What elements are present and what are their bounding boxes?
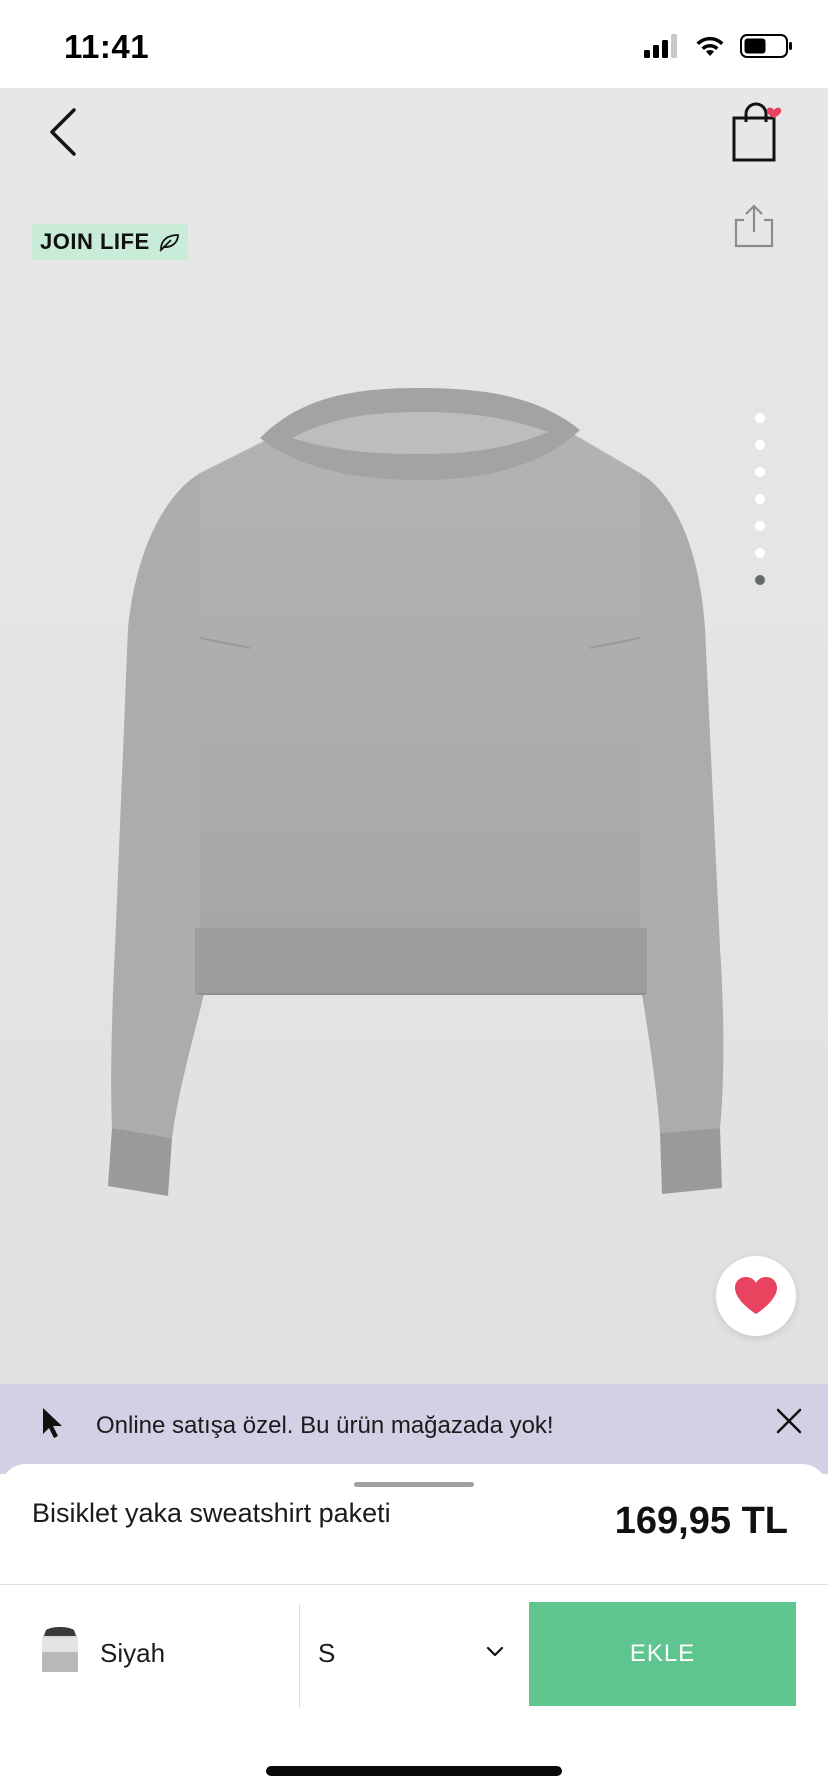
join-life-badge: JOIN LIFE: [32, 224, 188, 260]
product-image-gallery[interactable]: JOIN LIFE: [0, 88, 828, 1384]
chevron-down-icon: [486, 1646, 504, 1657]
color-selector[interactable]: Siyah: [0, 1602, 298, 1706]
cart-button[interactable]: [726, 98, 786, 164]
status-time: 11:41: [64, 28, 150, 65]
share-icon: [734, 204, 774, 248]
share-button[interactable]: [730, 202, 778, 250]
cart-badge-heart-icon: [766, 107, 782, 118]
battery-icon: [740, 34, 792, 58]
pagination-dot[interactable]: [755, 548, 765, 558]
pagination-dot-active[interactable]: [755, 575, 765, 585]
cursor-icon: [43, 1408, 62, 1438]
banner-close-button[interactable]: [772, 1404, 806, 1438]
banner-text: Online satışa özel. Bu ürün mağazada yok…: [96, 1412, 554, 1439]
home-indicator[interactable]: [266, 1766, 562, 1776]
pagination-dot[interactable]: [755, 413, 765, 423]
leaf-icon: [158, 234, 179, 252]
product-name: Bisiklet yaka sweatshirt paketi: [32, 1498, 391, 1528]
wifi-icon: [696, 36, 724, 56]
product-price: 169,95 TL: [614, 1500, 788, 1542]
divider: [0, 1584, 828, 1585]
chevron-left-icon: [50, 108, 76, 156]
add-to-cart-button[interactable]: EKLE: [529, 1602, 796, 1706]
sheet-grabber[interactable]: [354, 1482, 474, 1487]
online-exclusive-banner: Online satışa özel. Bu ürün mağazada yok…: [0, 1384, 828, 1474]
close-icon: [776, 1408, 802, 1434]
status-icons: [644, 34, 794, 58]
heart-icon: [735, 1277, 777, 1314]
pagination-dot[interactable]: [755, 440, 765, 450]
product-photo: [108, 388, 724, 1196]
favorite-button[interactable]: [716, 1256, 796, 1336]
product-bottom-sheet: Bisiklet yaka sweatshirt paketi 169,95 T…: [0, 1464, 828, 1792]
shopping-bag-icon: [732, 102, 782, 162]
back-button[interactable]: [40, 102, 90, 162]
size-select[interactable]: S: [300, 1602, 510, 1706]
color-label: Siyah: [100, 1638, 166, 1668]
color-swatch-thumbnail: [42, 1627, 78, 1672]
signal-icon: [644, 34, 677, 58]
join-life-label: JOIN LIFE: [40, 229, 150, 254]
size-value: S: [318, 1638, 336, 1668]
pagination-dot[interactable]: [755, 467, 765, 477]
pagination-dot[interactable]: [755, 494, 765, 504]
gallery-pagination: [755, 413, 765, 585]
pagination-dot[interactable]: [755, 521, 765, 531]
status-bar: 11:41: [0, 0, 828, 88]
